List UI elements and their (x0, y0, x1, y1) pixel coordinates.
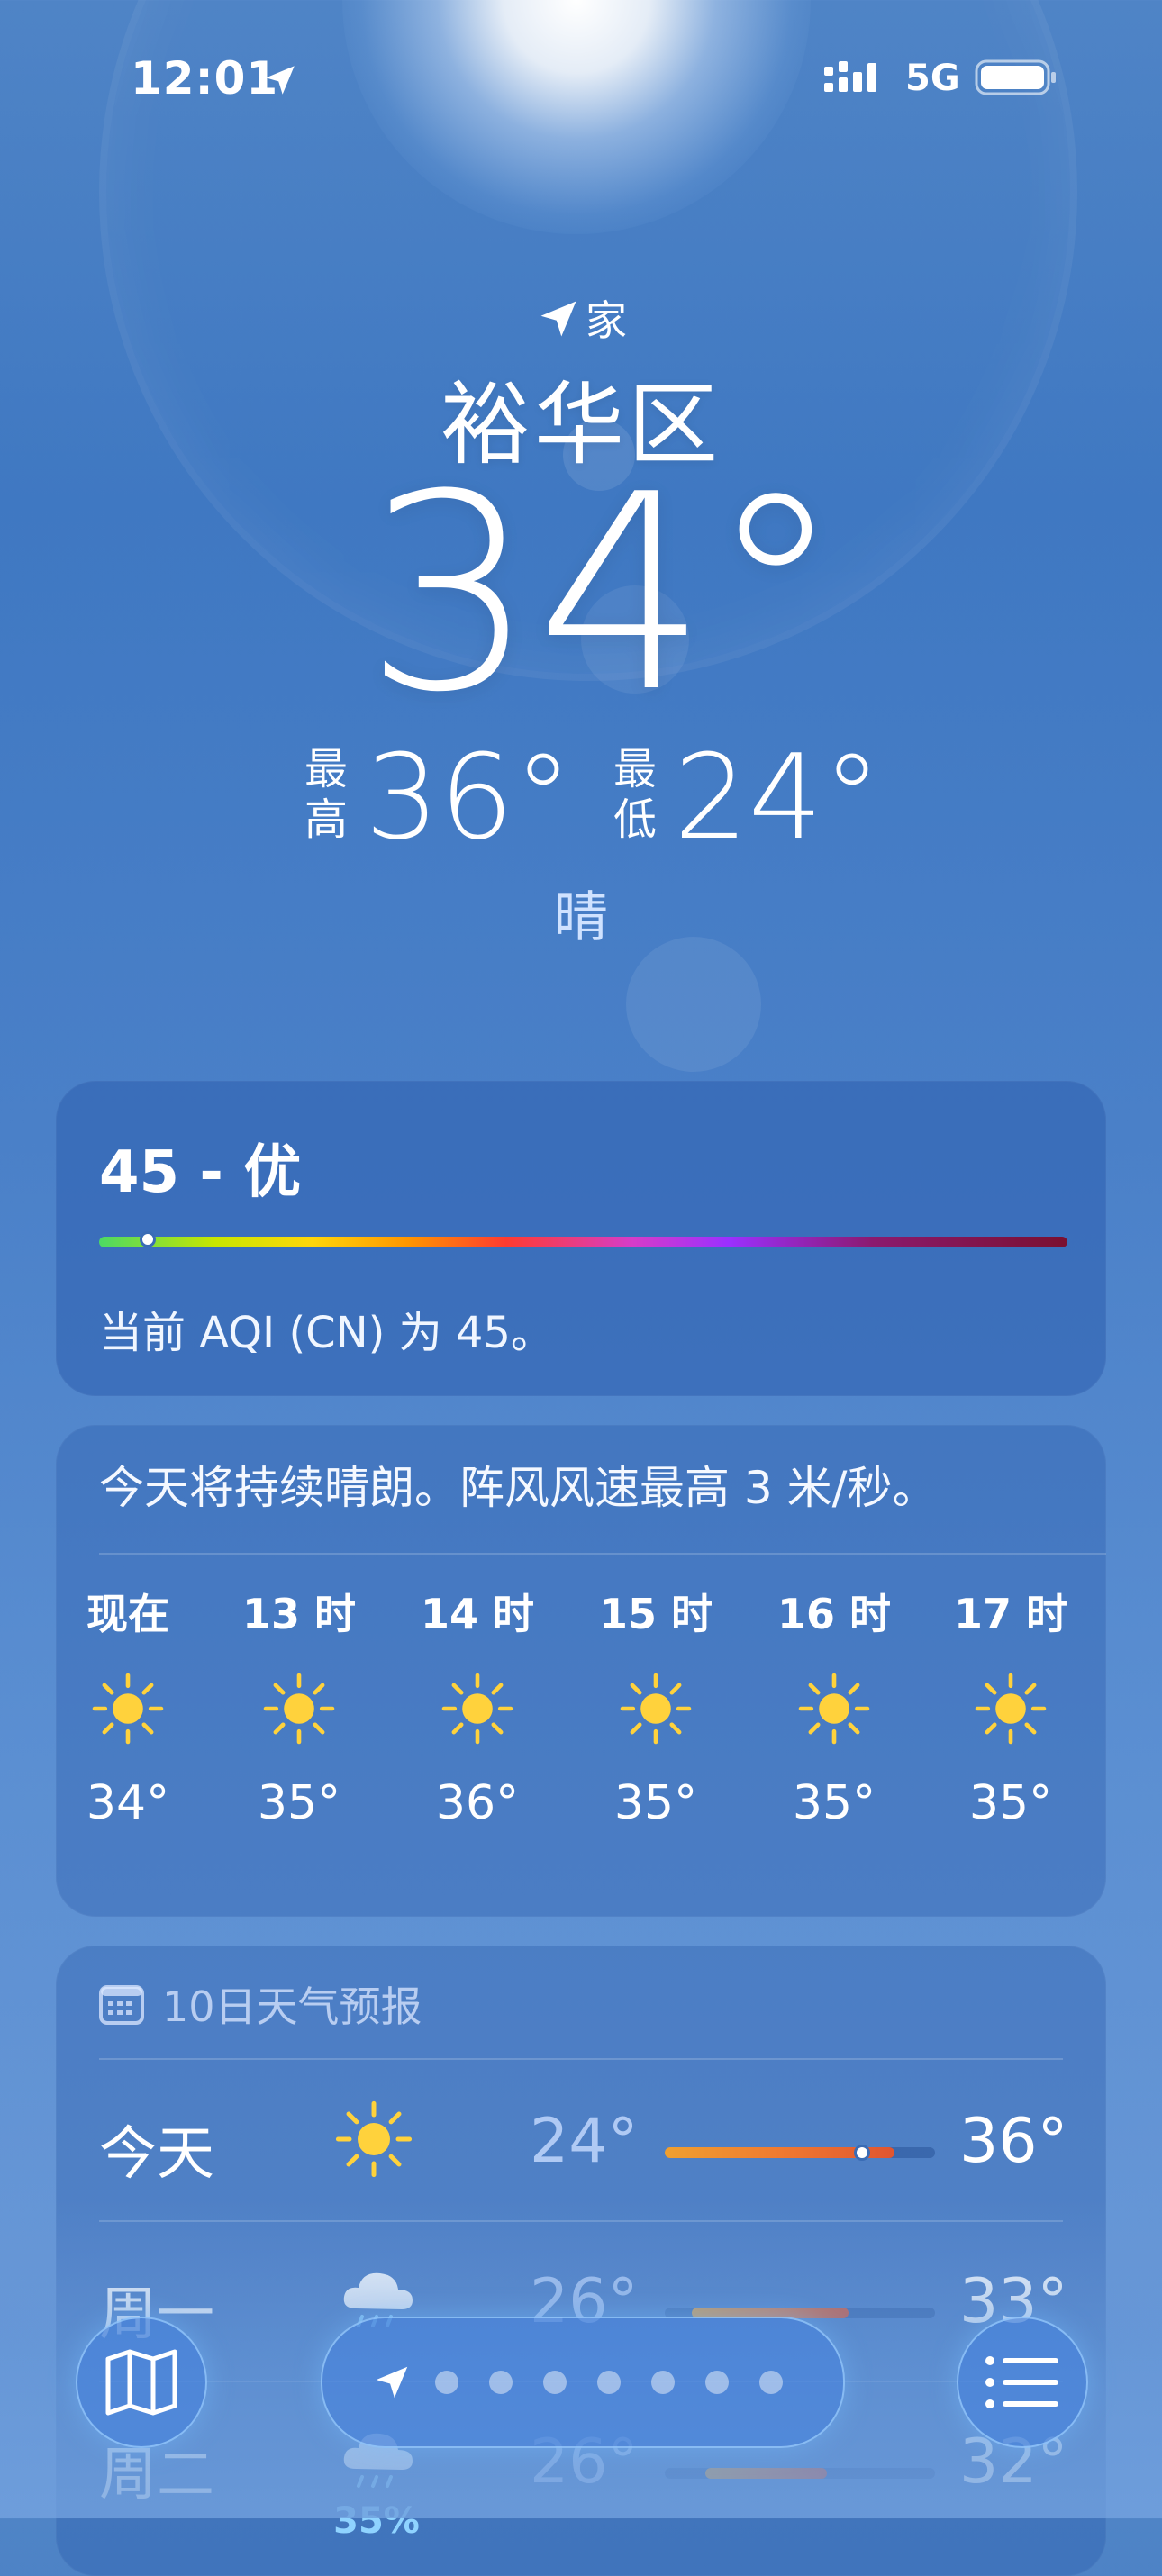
current-temp-marker (854, 2145, 870, 2161)
hour-label: 16 时 (776, 1590, 892, 1638)
page-indicator[interactable] (321, 2317, 845, 2448)
sun-icon (798, 1673, 870, 1745)
hourly-item: 15 时 35° (584, 1583, 728, 1835)
location-arrow-icon (376, 2366, 408, 2399)
location-label: 家 (0, 288, 1162, 348)
hour-icon (762, 1646, 906, 1772)
hourly-forecast-card[interactable]: 今天将持续晴朗。阵风风速最高 3 米/秒。 现在 34° 13 时 35° 14 时… (56, 1425, 1106, 1917)
location-arrow-icon (266, 66, 295, 95)
hour-temp: 34° (86, 1776, 170, 1830)
page-dot[interactable] (489, 2371, 513, 2394)
page-dot[interactable] (705, 2371, 729, 2394)
battery-icon (975, 59, 1056, 95)
day-icon (333, 2099, 423, 2189)
divider (99, 1553, 1106, 1555)
map-button[interactable] (76, 2317, 207, 2448)
status-time: 12:01 (131, 52, 279, 104)
aqi-description: 当前 AQI (CN) 为 45。 (99, 1308, 554, 1358)
aqi-indicator (139, 1231, 156, 1247)
map-icon (105, 2349, 177, 2416)
hour-label: 17 时 (953, 1590, 1068, 1638)
hourly-item: 现在 34° (56, 1583, 200, 1835)
hour-label: 现在 (86, 1590, 169, 1638)
day-high: 36° (959, 2106, 1068, 2177)
hour-temp: 35° (968, 1776, 1053, 1830)
network-type: 5G (905, 58, 960, 99)
hour-icon (227, 1646, 371, 1772)
hourly-item: 14 时 36° (405, 1583, 549, 1835)
page-dot[interactable] (597, 2371, 621, 2394)
hour-temp: 35° (613, 1776, 698, 1830)
hourly-item: 16 时 35° (762, 1583, 906, 1835)
calendar-icon (99, 1985, 144, 2025)
low-label: 最低 (613, 744, 657, 845)
divider (99, 2058, 1063, 2060)
hourly-item: 17 时 35° (939, 1583, 1083, 1835)
hourly-summary: 今天将持续晴朗。阵风风速最高 3 米/秒。 (99, 1462, 938, 1514)
status-bar: 12:01 5G (0, 0, 1162, 158)
daily-row[interactable]: 今天 24° 36° (99, 2063, 1068, 2220)
sun-icon (92, 1673, 164, 1745)
weather-condition: 晴 (554, 886, 608, 949)
high-temp: 36° (365, 729, 573, 866)
sun-icon (441, 1673, 513, 1745)
signal-icon (824, 61, 876, 92)
hour-temp: 36° (435, 1776, 520, 1830)
hour-icon (405, 1646, 549, 1772)
hour-label: 14 时 (420, 1590, 535, 1638)
hour-label: 13 时 (241, 1590, 357, 1638)
hour-icon (939, 1646, 1083, 1772)
aqi-scale-bar (99, 1231, 1067, 1247)
daily-header: 10日天气预报 (99, 1974, 422, 2034)
sun-icon (263, 1673, 335, 1745)
city-list-button[interactable] (957, 2317, 1088, 2448)
sun-icon (335, 2100, 413, 2178)
hour-temp: 35° (792, 1776, 876, 1830)
hour-label: 15 时 (598, 1590, 713, 1638)
day-low: 24° (530, 2106, 639, 2177)
temp-range-bar (665, 2145, 935, 2161)
page-dot[interactable] (435, 2371, 458, 2394)
daily-title: 10日天气预报 (162, 1982, 422, 2031)
lens-flare (626, 937, 761, 1072)
location-arrow-icon (540, 301, 576, 337)
day-name: 今天 (99, 2121, 214, 2188)
sun-icon (620, 1673, 692, 1745)
high-low: 最高 36° 最低 24° (0, 739, 1162, 856)
sun-icon (975, 1673, 1047, 1745)
page-dot[interactable] (651, 2371, 675, 2394)
location-name: 家 (586, 296, 627, 345)
page-dot[interactable] (543, 2371, 567, 2394)
hour-temp: 35° (257, 1776, 341, 1830)
hour-icon (584, 1646, 728, 1772)
page-dot[interactable] (759, 2371, 783, 2394)
aqi-card[interactable]: 45 - 优 当前 AQI (CN) 为 45。 (56, 1081, 1106, 1396)
high-label: 最高 (304, 744, 348, 845)
current-temperature: 34° (364, 437, 843, 751)
aqi-value: 45 - 优 (99, 1139, 302, 1206)
hourly-item: 13 时 35° (227, 1583, 371, 1835)
list-icon (985, 2356, 1058, 2408)
low-temp: 24° (674, 729, 882, 866)
hour-icon (56, 1646, 200, 1772)
